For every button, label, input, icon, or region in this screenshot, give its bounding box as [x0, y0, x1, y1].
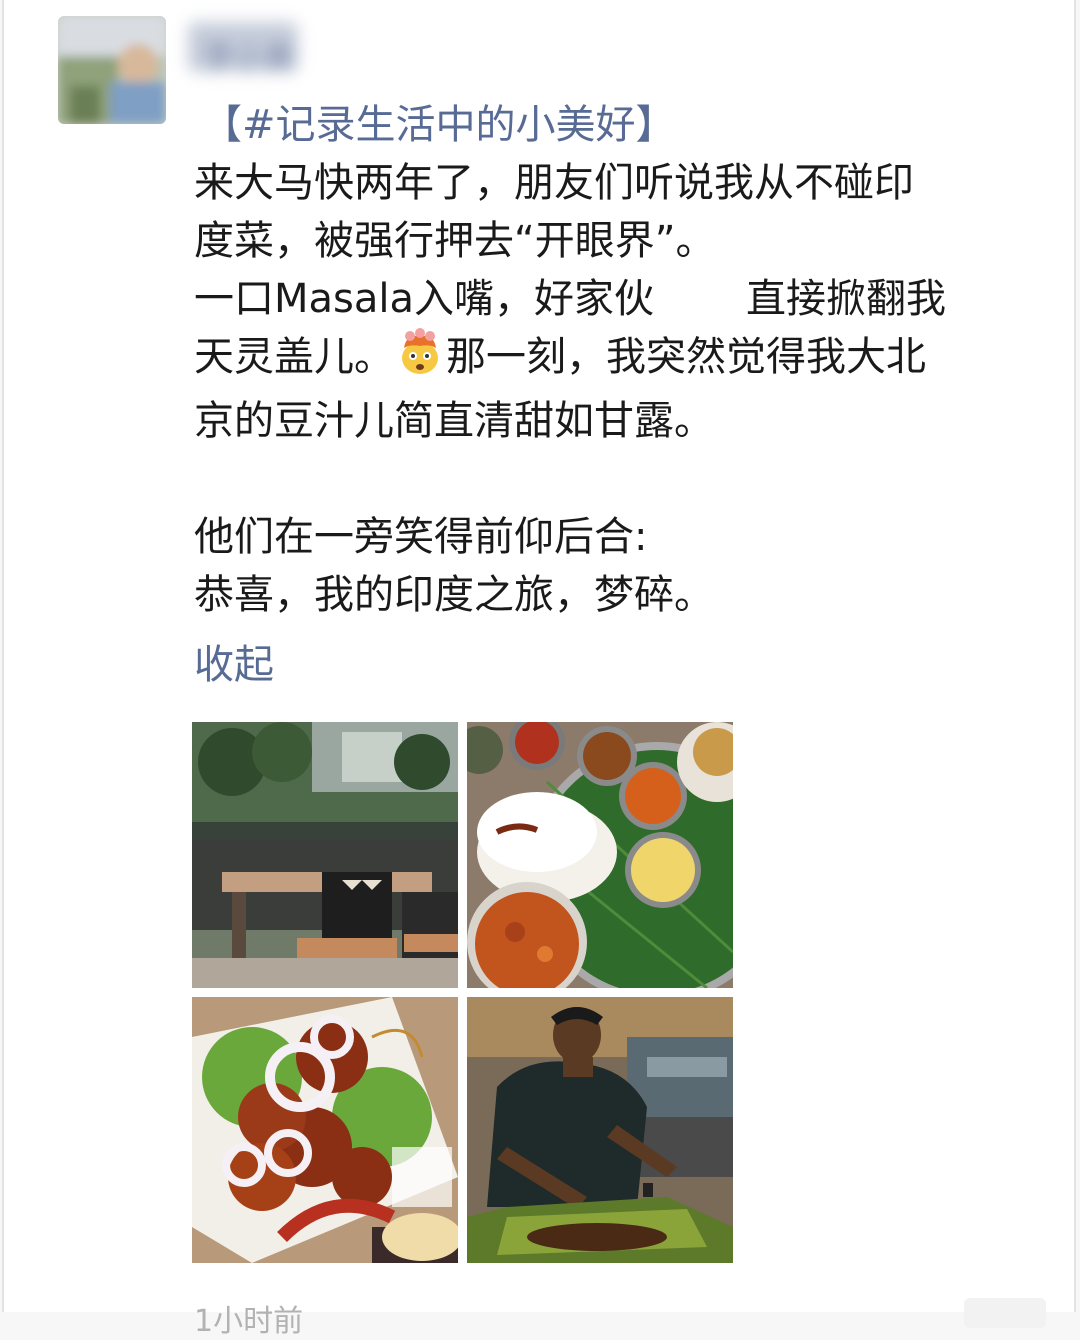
text-line: 恭喜，我的印度之旅，梦碎。	[194, 572, 714, 618]
collapse-button[interactable]: 收起	[194, 636, 274, 694]
text-segment: 那一刻，我突然觉得我大北	[446, 334, 926, 380]
text-line: 度菜，被强行押去“开眼界”。	[194, 218, 716, 264]
user-avatar[interactable]	[58, 16, 166, 124]
hashtag-line: 【#记录生活中的小美好】	[194, 96, 1044, 154]
text-line: 一口Masala入嘴，好家伙 直接掀翻我	[194, 270, 1044, 328]
photo-banana-leaf-thali[interactable]	[467, 722, 733, 988]
text-line: 天灵盖儿。 那一刻，我突然觉得我大北	[194, 328, 1044, 392]
exploding-head-icon	[396, 328, 444, 392]
photo-restaurant-interior[interactable]	[192, 722, 458, 988]
hashtag-link[interactable]: 【#记录生活中的小美好】	[202, 102, 676, 148]
text-segment: 一口Masala入嘴，好家伙	[194, 276, 654, 322]
moments-post-card: 李小美 【#记录生活中的小美好】 来大马快两年了，朋友们听说我从不碰印 度菜，被…	[2, 0, 1076, 1339]
photo-waiter-serving[interactable]	[467, 997, 733, 1263]
text-line: 京的豆汁儿简直清甜如甘露。	[194, 398, 714, 444]
post-body: 【#记录生活中的小美好】 来大马快两年了，朋友们听说我从不碰印 度菜，被强行押去…	[194, 96, 1044, 624]
post-timestamp: 1小时前	[194, 1304, 304, 1339]
text-line: 来大马快两年了，朋友们听说我从不碰印	[194, 160, 914, 206]
text-segment: 直接掀翻我	[746, 276, 946, 322]
photo-fried-chicken-plate[interactable]	[192, 997, 458, 1263]
more-actions-button[interactable]	[964, 1298, 1046, 1328]
username[interactable]: 李小美	[204, 32, 294, 76]
text-line: 他们在一旁笑得前仰后合:	[194, 514, 648, 560]
text-segment: 天灵盖儿。	[194, 334, 394, 380]
